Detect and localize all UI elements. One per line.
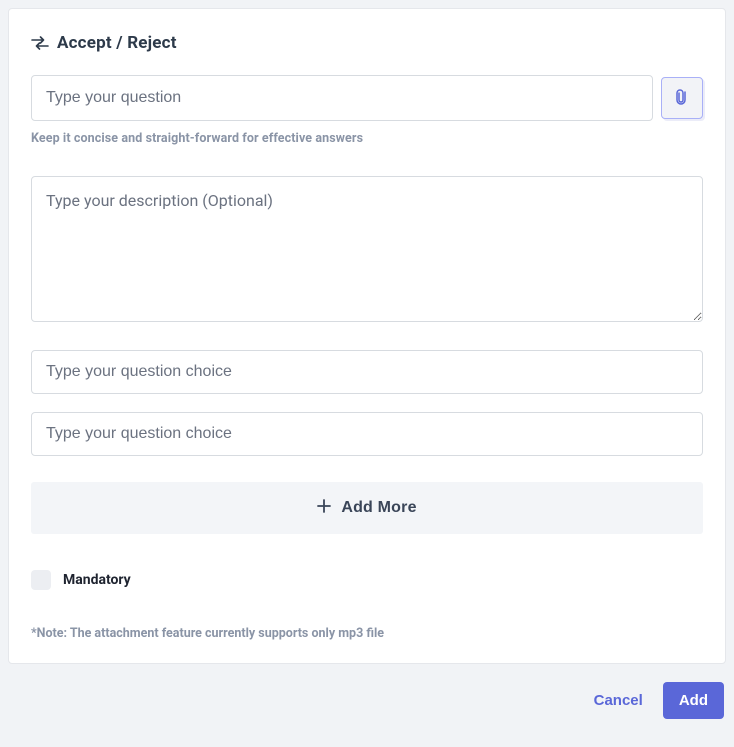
accept-reject-icon [31,36,49,50]
form-card: Accept / Reject Keep it concise and stra… [8,8,726,664]
attach-button[interactable] [661,77,703,119]
footer: Cancel Add [8,682,726,719]
question-row [31,75,703,121]
card-title: Accept / Reject [57,33,177,53]
cancel-button[interactable]: Cancel [590,684,647,717]
mandatory-row: Mandatory [31,570,703,590]
question-input[interactable] [31,75,653,121]
mandatory-checkbox[interactable] [31,570,51,590]
add-button[interactable]: Add [663,682,724,719]
add-more-label: Add More [341,499,416,517]
card-header: Accept / Reject [31,33,703,53]
description-input[interactable] [31,176,703,322]
choice-input-1[interactable] [31,350,703,394]
add-more-button[interactable]: Add More [31,482,703,534]
question-hint: Keep it concise and straight-forward for… [31,131,703,146]
choice-input-2[interactable] [31,412,703,456]
attachment-note: *Note: The attachment feature currently … [31,626,703,641]
paperclip-icon [674,88,690,109]
mandatory-label: Mandatory [63,572,131,588]
plus-icon [317,499,331,518]
